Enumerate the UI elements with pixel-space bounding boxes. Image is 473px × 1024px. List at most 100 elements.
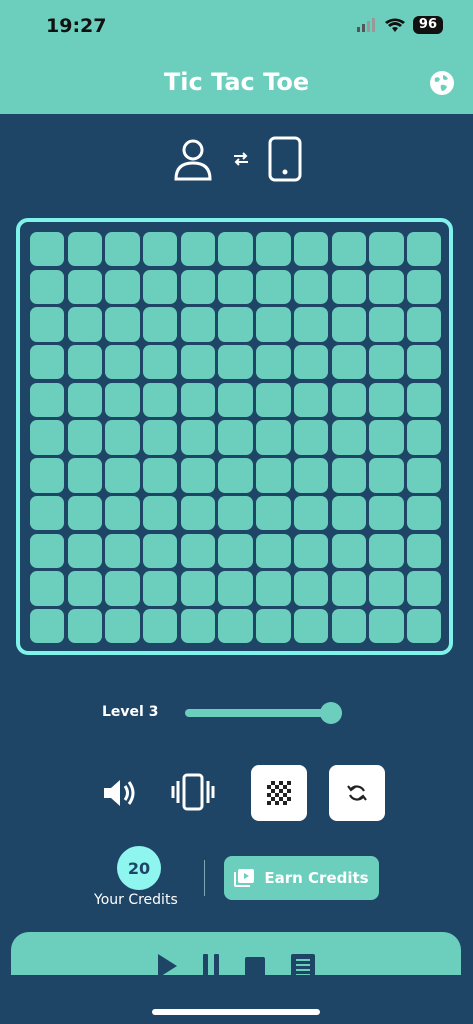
board-cell[interactable]: [218, 382, 253, 418]
board-cell[interactable]: [105, 420, 140, 455]
board-cell[interactable]: [67, 571, 103, 606]
board-cell[interactable]: [369, 608, 404, 644]
board-cell[interactable]: [180, 533, 216, 568]
board-cell[interactable]: [180, 307, 216, 342]
board-cell[interactable]: [180, 269, 216, 305]
board-cell[interactable]: [180, 345, 216, 380]
board-cell[interactable]: [218, 269, 253, 305]
board-cell[interactable]: [218, 232, 253, 267]
swap-icon[interactable]: [232, 151, 250, 167]
board-cell[interactable]: [331, 533, 366, 568]
board-cell[interactable]: [331, 458, 366, 493]
board-cell[interactable]: [331, 307, 366, 342]
board-cell[interactable]: [256, 345, 291, 380]
board-cell[interactable]: [180, 571, 216, 606]
board-cell[interactable]: [406, 571, 442, 606]
board-cell[interactable]: [369, 533, 404, 568]
board-cell[interactable]: [331, 608, 366, 644]
board-cell[interactable]: [105, 232, 140, 267]
board-cell[interactable]: [67, 533, 103, 568]
board-cell[interactable]: [293, 382, 329, 418]
earn-credits-button[interactable]: Earn Credits: [224, 856, 379, 900]
board-cell[interactable]: [293, 533, 329, 568]
board-cell[interactable]: [67, 345, 103, 380]
level-slider-thumb[interactable]: [320, 702, 342, 724]
game-board[interactable]: [30, 232, 442, 644]
restart-button[interactable]: [329, 765, 385, 821]
board-cell[interactable]: [256, 269, 291, 305]
globe-icon[interactable]: [429, 70, 455, 96]
board-cell[interactable]: [218, 458, 253, 493]
board-cell[interactable]: [331, 269, 366, 305]
board-cell[interactable]: [30, 345, 65, 380]
board-cell[interactable]: [67, 382, 103, 418]
board-cell[interactable]: [293, 269, 329, 305]
board-cell[interactable]: [406, 269, 442, 305]
board-cell[interactable]: [293, 307, 329, 342]
board-cell[interactable]: [180, 458, 216, 493]
board-cell[interactable]: [369, 307, 404, 342]
board-cell[interactable]: [293, 608, 329, 644]
board-cell[interactable]: [331, 232, 366, 267]
board-cell[interactable]: [180, 382, 216, 418]
board-cell[interactable]: [30, 533, 65, 568]
board-cell[interactable]: [30, 495, 65, 531]
board-cell[interactable]: [331, 420, 366, 455]
board-cell[interactable]: [180, 232, 216, 267]
board-cell[interactable]: [180, 608, 216, 644]
board-cell[interactable]: [218, 533, 253, 568]
board-cell[interactable]: [331, 382, 366, 418]
board-cell[interactable]: [105, 533, 140, 568]
board-cell[interactable]: [293, 458, 329, 493]
board-cell[interactable]: [180, 495, 216, 531]
board-cell[interactable]: [256, 307, 291, 342]
board-cell[interactable]: [256, 232, 291, 267]
board-cell[interactable]: [369, 458, 404, 493]
board-cell[interactable]: [218, 571, 253, 606]
board-cell[interactable]: [67, 307, 103, 342]
board-cell[interactable]: [293, 345, 329, 380]
board-cell[interactable]: [369, 345, 404, 380]
board-cell[interactable]: [30, 307, 65, 342]
board-cell[interactable]: [256, 533, 291, 568]
board-cell[interactable]: [369, 495, 404, 531]
board-cell[interactable]: [143, 232, 178, 267]
board-cell[interactable]: [369, 269, 404, 305]
board-cell[interactable]: [218, 345, 253, 380]
vibration-icon[interactable]: [170, 773, 216, 811]
board-cell[interactable]: [256, 571, 291, 606]
board-cell[interactable]: [30, 571, 65, 606]
board-cell[interactable]: [105, 608, 140, 644]
board-cell[interactable]: [67, 495, 103, 531]
board-cell[interactable]: [30, 382, 65, 418]
board-cell[interactable]: [256, 382, 291, 418]
board-cell[interactable]: [406, 533, 442, 568]
game-mode-selector[interactable]: [0, 134, 473, 184]
board-cell[interactable]: [105, 571, 140, 606]
board-cell[interactable]: [406, 495, 442, 531]
board-cell[interactable]: [256, 458, 291, 493]
home-indicator[interactable]: [152, 1009, 320, 1015]
board-cell[interactable]: [406, 307, 442, 342]
speaker-icon[interactable]: [102, 777, 138, 809]
board-cell[interactable]: [143, 458, 178, 493]
board-cell[interactable]: [406, 420, 442, 455]
board-cell[interactable]: [331, 345, 366, 380]
board-cell[interactable]: [331, 571, 366, 606]
board-cell[interactable]: [256, 608, 291, 644]
board-style-button[interactable]: [251, 765, 307, 821]
board-cell[interactable]: [105, 307, 140, 342]
board-cell[interactable]: [293, 571, 329, 606]
board-cell[interactable]: [30, 232, 65, 267]
phone-icon[interactable]: [268, 136, 302, 182]
board-cell[interactable]: [369, 232, 404, 267]
board-cell[interactable]: [143, 382, 178, 418]
board-cell[interactable]: [30, 458, 65, 493]
board-cell[interactable]: [293, 420, 329, 455]
board-cell[interactable]: [143, 533, 178, 568]
board-cell[interactable]: [293, 232, 329, 267]
board-cell[interactable]: [369, 571, 404, 606]
board-cell[interactable]: [105, 345, 140, 380]
board-cell[interactable]: [143, 420, 178, 455]
board-cell[interactable]: [218, 495, 253, 531]
